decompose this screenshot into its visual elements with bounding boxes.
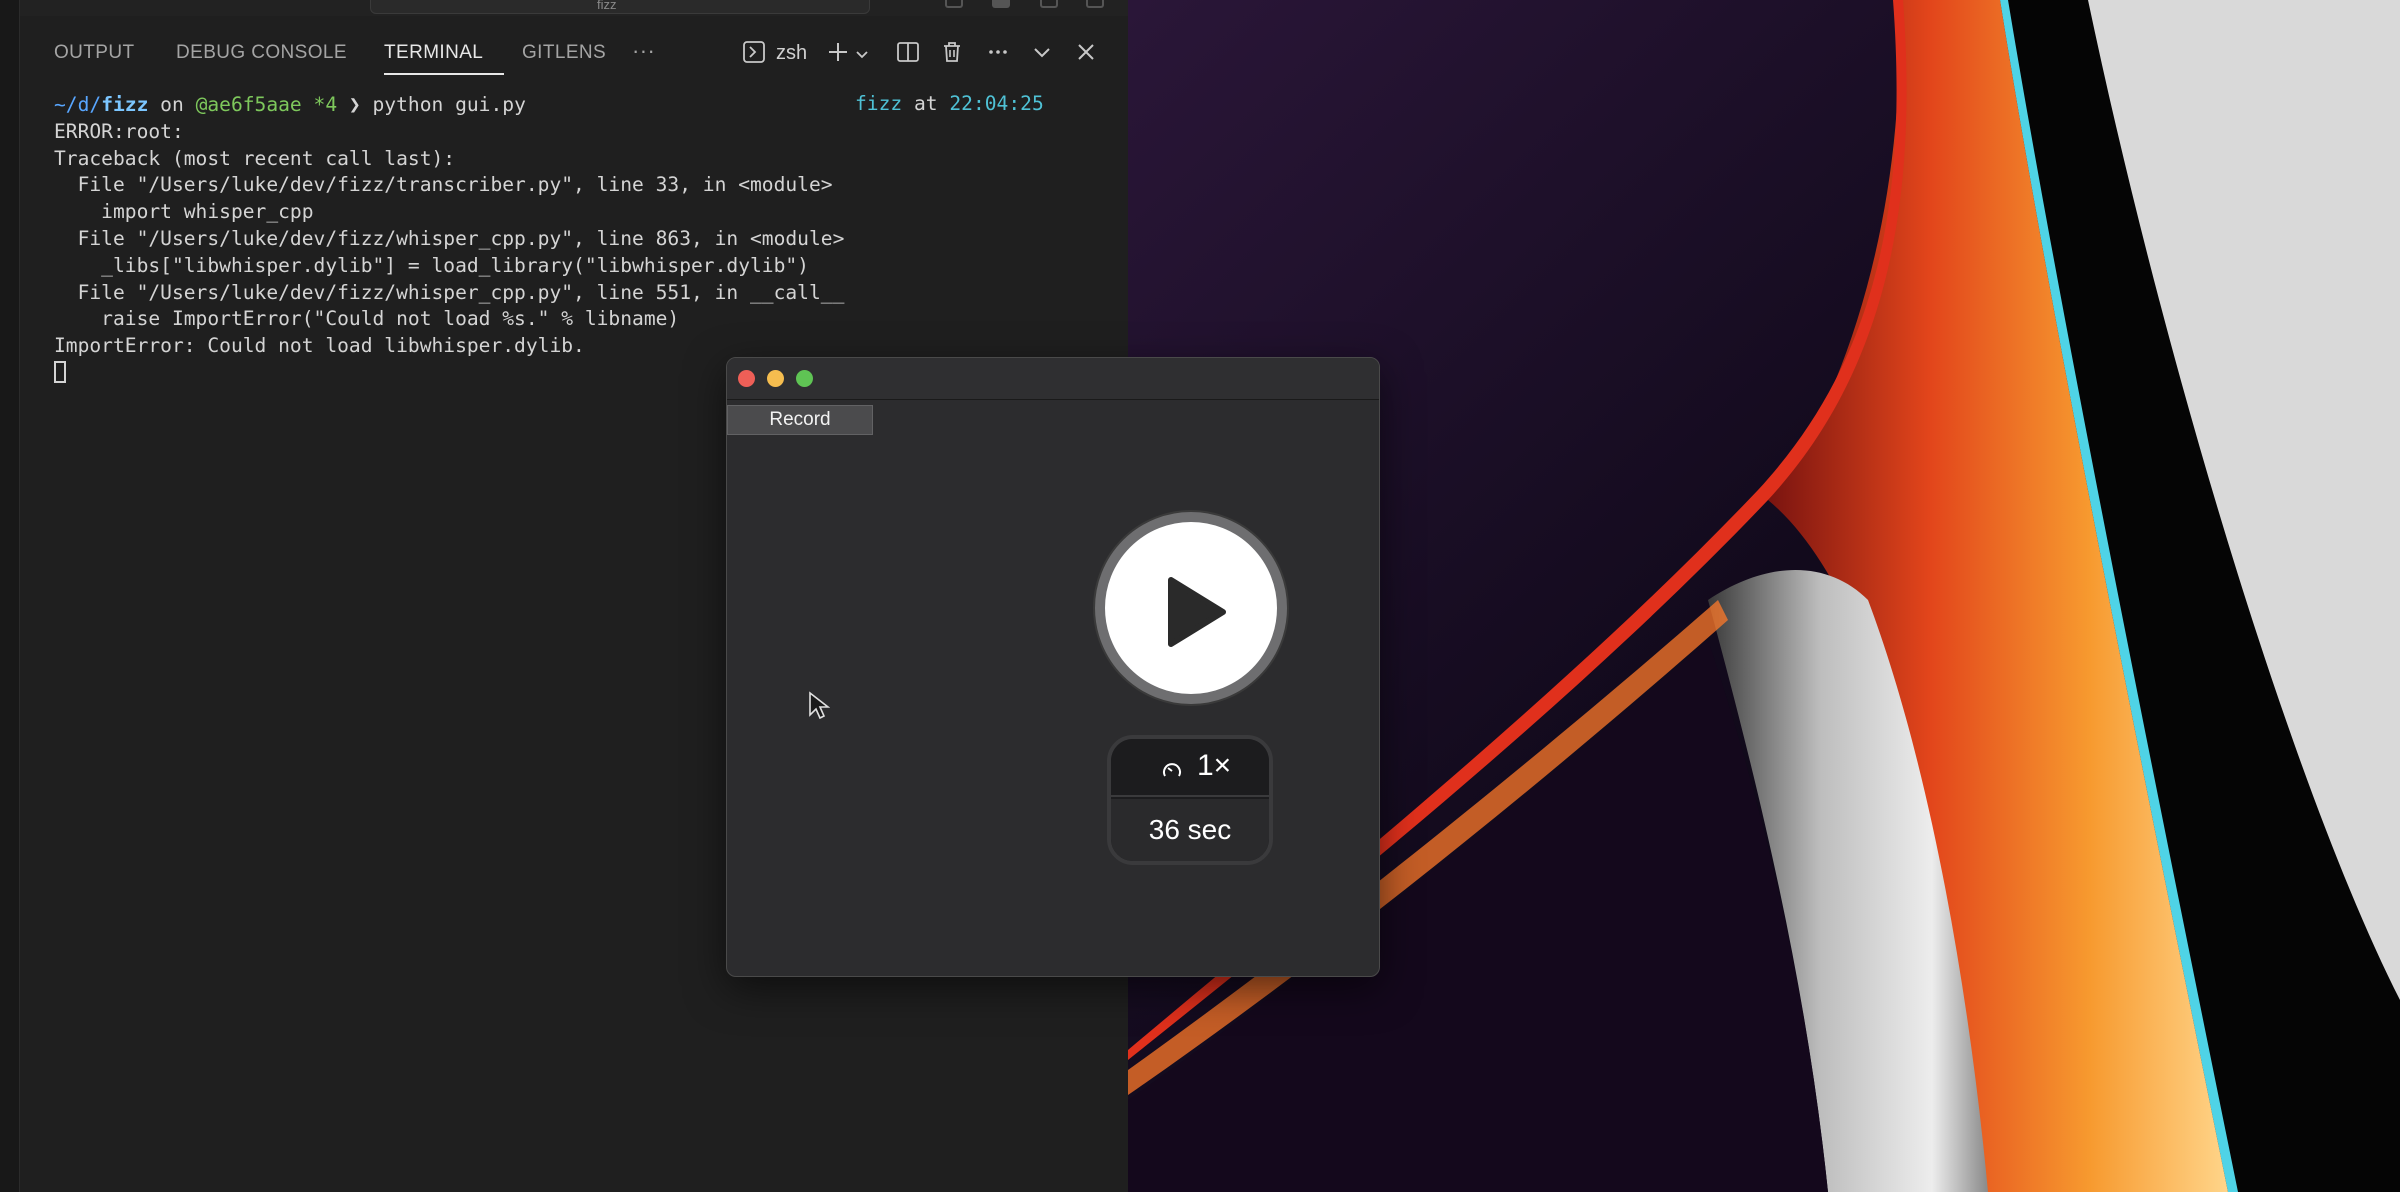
terminal-line: _libs["libwhisper.dylib"] = load_library…: [54, 253, 809, 277]
active-tab-indicator: [384, 73, 504, 75]
mouse-pointer-icon: [808, 691, 831, 726]
tab-gitlens[interactable]: GITLENS: [522, 42, 606, 64]
terminal-line: Traceback (most recent call last):: [54, 146, 456, 170]
panel-tab-bar: OUTPUT DEBUG CONSOLE TERMINAL GITLENS ··…: [20, 28, 1128, 80]
panel-icon[interactable]: [992, 0, 1010, 8]
split-layout-icon[interactable]: [1040, 0, 1058, 8]
prompt-path: ~/d/: [54, 93, 102, 116]
minimize-window-button[interactable]: [767, 370, 784, 387]
terminal-line: ImportError: Could not load libwhisper.d…: [54, 334, 585, 358]
activity-bar-edge: [0, 0, 20, 1192]
speed-label: 1×: [1197, 749, 1232, 782]
play-button[interactable]: [1095, 512, 1287, 704]
tab-terminal[interactable]: TERMINAL: [384, 42, 483, 64]
ellipsis-icon[interactable]: [986, 40, 1010, 69]
terminal-line: File "/Users/luke/dev/fizz/whisper_cpp.p…: [54, 280, 845, 304]
collapse-panel-icon[interactable]: [1030, 40, 1054, 69]
split-icon[interactable]: [896, 40, 920, 69]
gauge-icon: [1163, 763, 1181, 777]
terminal-line: ERROR:root:: [54, 119, 184, 143]
close-icon[interactable]: [1074, 40, 1098, 69]
window-titlebar: fizz: [20, 0, 1128, 16]
trash-icon[interactable]: [940, 40, 964, 69]
right-prompt-dir: fizz: [855, 92, 903, 115]
terminal-line: import whisper_cpp: [54, 200, 314, 224]
prompt-on: on: [148, 93, 196, 116]
layout-icon[interactable]: [945, 0, 963, 8]
prompt-command: python gui.py: [372, 93, 526, 116]
prompt-dir: fizz: [101, 93, 149, 116]
right-prompt-at: at: [902, 92, 950, 115]
app-titlebar[interactable]: [727, 358, 1379, 400]
terminal-line: File "/Users/luke/dev/fizz/whisper_cpp.p…: [54, 226, 845, 250]
command-center-label: fizz: [597, 0, 617, 12]
prompt-commit: @ae6f5aae *4: [195, 93, 338, 116]
customize-layout-icon[interactable]: [1086, 0, 1104, 8]
play-icon: [1168, 577, 1226, 647]
chevron-down-icon[interactable]: [854, 44, 870, 68]
duration-label: 36 sec: [1111, 799, 1269, 861]
terminal-line: raise ImportError("Could not load %s." %…: [54, 307, 680, 331]
terminal-line: File "/Users/luke/dev/fizz/transcriber.p…: [54, 173, 833, 197]
terminal-cursor: [54, 360, 66, 383]
shell-label[interactable]: zsh: [776, 42, 807, 65]
speed-row[interactable]: 1×: [1111, 739, 1269, 797]
tab-output[interactable]: OUTPUT: [54, 42, 135, 64]
prompt-arrow: ❯: [337, 93, 373, 116]
terminal-output[interactable]: ~/d/fizz on @ae6f5aae *4 ❯ python gui.py…: [54, 92, 844, 387]
prompt-line: ~/d/fizz on @ae6f5aae *4 ❯ python gui.py: [54, 93, 526, 116]
tab-debug-console[interactable]: DEBUG CONSOLE: [176, 42, 347, 64]
terminal-icon[interactable]: [742, 40, 766, 69]
more-tabs-icon[interactable]: ···: [632, 38, 655, 64]
gui-app-window: Record: [726, 357, 1380, 977]
close-window-button[interactable]: [738, 370, 755, 387]
record-button[interactable]: Record: [727, 405, 873, 435]
right-prompt-time: 22:04:25: [949, 92, 1044, 115]
right-prompt: fizz at 22:04:25: [855, 92, 1044, 115]
playback-speed-control[interactable]: 1× 36 sec: [1107, 735, 1273, 865]
command-center[interactable]: fizz: [370, 0, 870, 14]
plus-icon[interactable]: [826, 40, 850, 69]
zoom-window-button[interactable]: [796, 370, 813, 387]
